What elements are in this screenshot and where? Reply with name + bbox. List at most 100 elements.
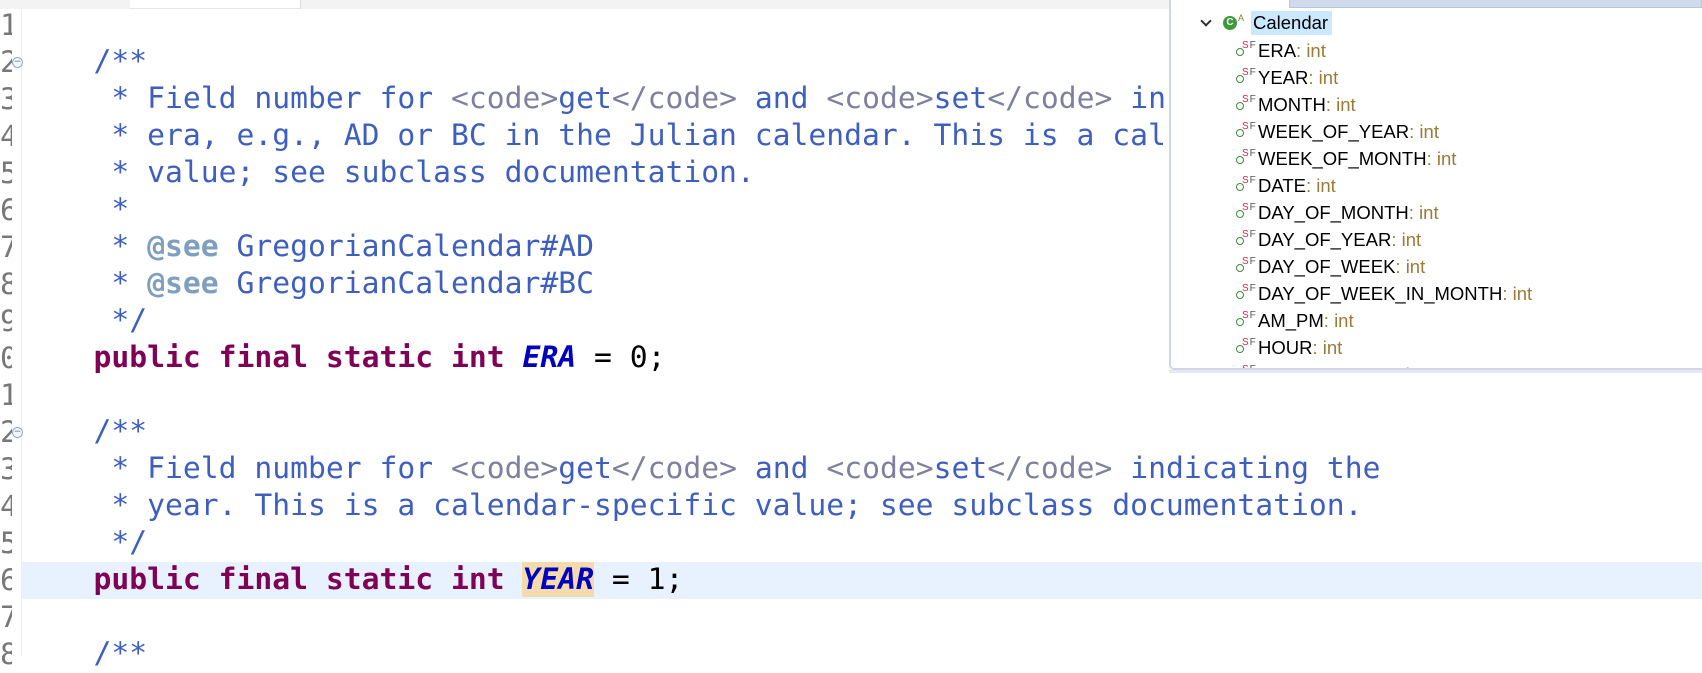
code-line[interactable]: [22, 377, 1702, 414]
line-number: 6: [0, 193, 12, 228]
outline-item[interactable]: SF HOUR : int: [1236, 334, 1342, 361]
code-line[interactable]: /**: [22, 414, 1702, 451]
line-number: 5: [0, 156, 12, 191]
code-line[interactable]: */: [22, 525, 1702, 562]
outline-item[interactable]: SF DATE : int: [1236, 172, 1336, 199]
line-number: 9: [0, 304, 12, 339]
line-number: 7: [0, 230, 12, 265]
static-final-field-icon: SF: [1236, 175, 1258, 196]
comment-text: /**: [22, 636, 148, 671]
outline-item[interactable]: SF DAY_OF_WEEK_IN_MONTH : int: [1236, 280, 1532, 307]
line-number-gutter: 1 2 3 4 5 6 7 8 9 0 1 2 3 4 5 6 7 8− −: [0, 8, 23, 672]
class-icon: CA: [1223, 13, 1251, 33]
static-final-field-icon: SF: [1236, 310, 1258, 331]
outline-item-type: : int: [1312, 336, 1343, 358]
comment-text: GregorianCalendar#AD: [218, 229, 594, 264]
line-number: 3: [0, 82, 12, 117]
outline-item[interactable]: SFHOUR_OF_DAY : int: [1236, 361, 1425, 369]
line-number: 0: [0, 341, 12, 376]
outline-item-type: : int: [1408, 201, 1439, 223]
html-tag-text: </code>: [987, 451, 1113, 486]
static-final-field-icon: SF: [1236, 67, 1258, 88]
outline-item[interactable]: SF DAY_OF_MONTH : int: [1236, 199, 1439, 226]
comment-text: * Field number for: [22, 451, 451, 486]
html-tag-text: <code>: [826, 451, 934, 486]
html-tag-text: </code>: [611, 451, 737, 486]
comment-text: *: [22, 266, 148, 301]
static-final-field-icon: SF: [1236, 121, 1258, 142]
code-line[interactable]: [22, 599, 1702, 636]
code-text: = 0;: [576, 340, 666, 375]
static-final-field-icon: SF: [1236, 148, 1258, 169]
outline-item-name: MONTH: [1258, 93, 1326, 115]
code-text: = 1;: [593, 562, 684, 597]
comment-text: in: [1112, 81, 1166, 116]
static-final-field-icon: SF: [1236, 283, 1258, 304]
outline-item[interactable]: SF WEEK_OF_YEAR : int: [1236, 118, 1439, 145]
current-code-line[interactable]: public final static int YEAR = 1;: [22, 562, 1702, 599]
line-number: 3: [0, 452, 12, 487]
outline-item[interactable]: SF DAY_OF_WEEK : int: [1236, 253, 1425, 280]
code-line[interactable]: /**: [22, 636, 1702, 673]
line-number: 6: [0, 563, 12, 598]
line-number: 8: [0, 267, 12, 302]
outline-item-name: DAY_OF_YEAR: [1258, 228, 1392, 250]
chevron-down-icon[interactable]: [1199, 16, 1213, 30]
html-tag-text: <code>: [450, 81, 559, 116]
outline-item-type: : int: [1391, 228, 1422, 250]
outline-item-type: : int: [1325, 93, 1356, 115]
outline-item-name: AM_PM: [1258, 309, 1324, 331]
comment-text: set: [933, 81, 988, 116]
code-line[interactable]: * Field number for <code>get</code> and …: [22, 451, 1702, 488]
comment-text: and: [736, 81, 827, 116]
outline-item-name: WEEK_OF_YEAR: [1258, 120, 1410, 142]
comment-text: */: [22, 303, 148, 338]
comment-text: *: [22, 229, 148, 264]
comment-text: GregorianCalendar#BC: [218, 266, 594, 301]
outline-item[interactable]: SF DAY_OF_YEAR : int: [1236, 226, 1421, 253]
outline-item-type: : int: [1409, 120, 1439, 142]
javadoc-tag: @see: [147, 229, 219, 264]
code-line[interactable]: * year. This is a calendar-specific valu…: [22, 488, 1702, 525]
outline-root-calendar[interactable]: CA Calendar: [1199, 9, 1333, 37]
outline-filter-input[interactable]: [1289, 0, 1702, 8]
panel-shadow: [1169, 370, 1702, 373]
static-final-field-icon: SF: [1236, 337, 1258, 358]
line-number: 4: [0, 489, 12, 524]
outline-item[interactable]: SF ERA : int: [1236, 37, 1326, 64]
outline-item-name: DAY_OF_WEEK: [1258, 255, 1396, 277]
comment-text: *: [22, 192, 130, 227]
line-number: 5: [0, 526, 12, 561]
static-final-field-icon: SF: [1236, 40, 1258, 61]
line-number: 2: [0, 415, 12, 450]
comment-text: indicating the: [1112, 451, 1381, 486]
outline-item[interactable]: SF AM_PM : int: [1236, 307, 1354, 334]
outline-item[interactable]: SF YEAR : int: [1236, 64, 1338, 91]
static-final-field-icon: SF: [1236, 202, 1258, 223]
comment-text: */: [22, 525, 148, 560]
outline-item[interactable]: SF WEEK_OF_MONTH : int: [1236, 145, 1456, 172]
comment-text: * era, e.g., AD or BC in the Julian cale…: [22, 118, 1166, 153]
line-number: 8: [0, 637, 12, 672]
comment-text: * Field number for: [22, 81, 451, 116]
outline-item[interactable]: SF MONTH : int: [1236, 91, 1356, 118]
outline-item-type: : int: [1296, 39, 1326, 61]
comment-text: get: [558, 451, 612, 486]
html-tag-text: </code>: [987, 81, 1113, 116]
comment-text: /**: [22, 44, 148, 79]
field-name-highlighted: YEAR: [522, 562, 594, 597]
line-number: 7: [0, 600, 12, 635]
outline-item-name: ERA: [1258, 39, 1297, 61]
html-tag-text: </code>: [611, 81, 737, 116]
outline-item-name: DATE: [1258, 174, 1306, 196]
line-number: 2: [0, 45, 12, 80]
line-number: 4: [0, 119, 12, 154]
line-number: 1: [0, 8, 12, 43]
field-name: ERA: [522, 340, 577, 375]
static-final-field-icon: SF: [1236, 256, 1258, 277]
comment-text: /**: [22, 414, 148, 449]
outline-item-name: DAY_OF_MONTH: [1258, 201, 1409, 223]
